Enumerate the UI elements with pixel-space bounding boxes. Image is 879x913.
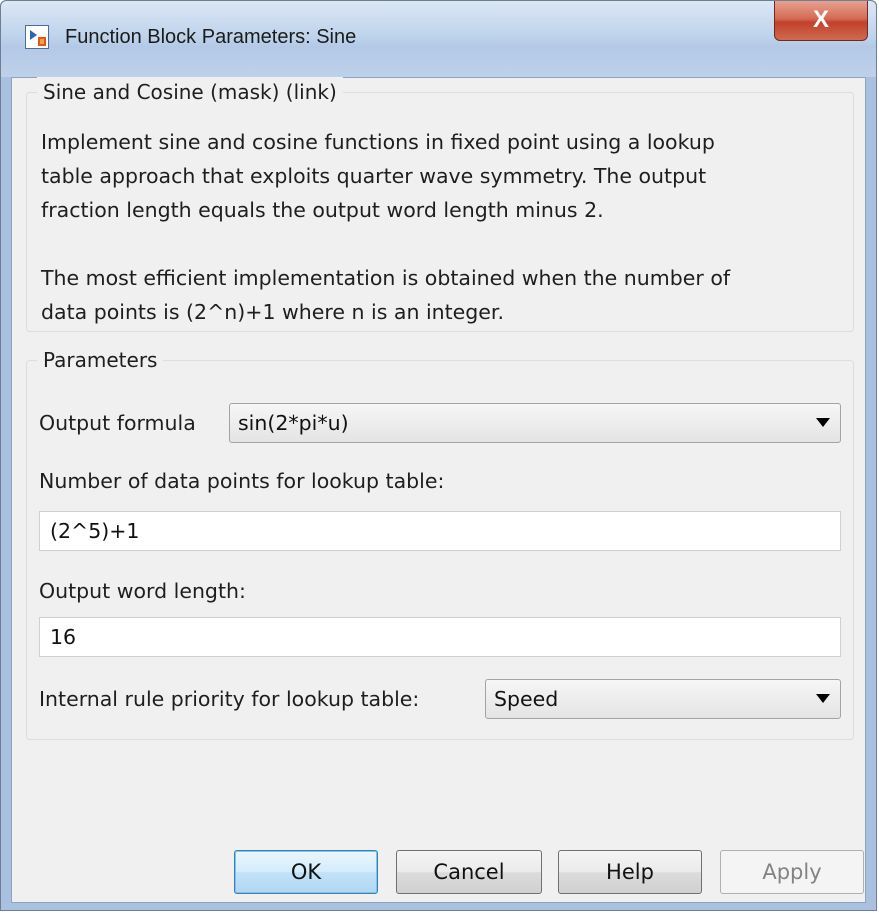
parameters-legend: Parameters xyxy=(37,345,164,375)
block-description: Implement sine and cosine functions in f… xyxy=(41,130,731,324)
window-title: Function Block Parameters: Sine xyxy=(65,26,357,48)
parameters-group: Parameters Output formula sin(2*pi*u) Nu… xyxy=(26,345,854,740)
close-button[interactable]: X xyxy=(774,1,868,41)
rule-priority-dropdown[interactable]: Speed xyxy=(485,679,841,719)
word-length-input[interactable] xyxy=(40,618,840,656)
num-points-field[interactable] xyxy=(39,511,841,551)
apply-button[interactable]: Apply xyxy=(720,850,864,894)
help-button[interactable]: Help xyxy=(558,850,702,894)
num-points-input[interactable] xyxy=(40,512,840,550)
num-points-label: Number of data points for lookup table: xyxy=(39,469,445,493)
output-formula-dropdown[interactable]: sin(2*pi*u) xyxy=(229,403,841,443)
dialog-window: Function Block Parameters: Sine X Sine a… xyxy=(0,0,877,911)
simulink-block-icon xyxy=(25,25,49,49)
cancel-button[interactable]: Cancel xyxy=(396,850,542,894)
title-bar[interactable]: Function Block Parameters: Sine X xyxy=(1,1,876,77)
close-icon: X xyxy=(812,6,829,33)
output-formula-value: sin(2*pi*u) xyxy=(238,411,349,435)
description-group: Sine and Cosine (mask) (link) Implement … xyxy=(26,77,854,332)
word-length-field[interactable] xyxy=(39,617,841,657)
rule-priority-label: Internal rule priority for lookup table: xyxy=(39,687,420,711)
ok-button[interactable]: OK xyxy=(234,850,378,894)
output-formula-label: Output formula xyxy=(39,411,196,435)
description-legend: Sine and Cosine (mask) (link) xyxy=(37,77,343,107)
dialog-body: Sine and Cosine (mask) (link) Implement … xyxy=(11,77,866,903)
chevron-down-icon xyxy=(816,418,830,427)
word-length-label: Output word length: xyxy=(39,579,246,603)
chevron-down-icon xyxy=(816,694,830,703)
rule-priority-value: Speed xyxy=(494,687,559,711)
